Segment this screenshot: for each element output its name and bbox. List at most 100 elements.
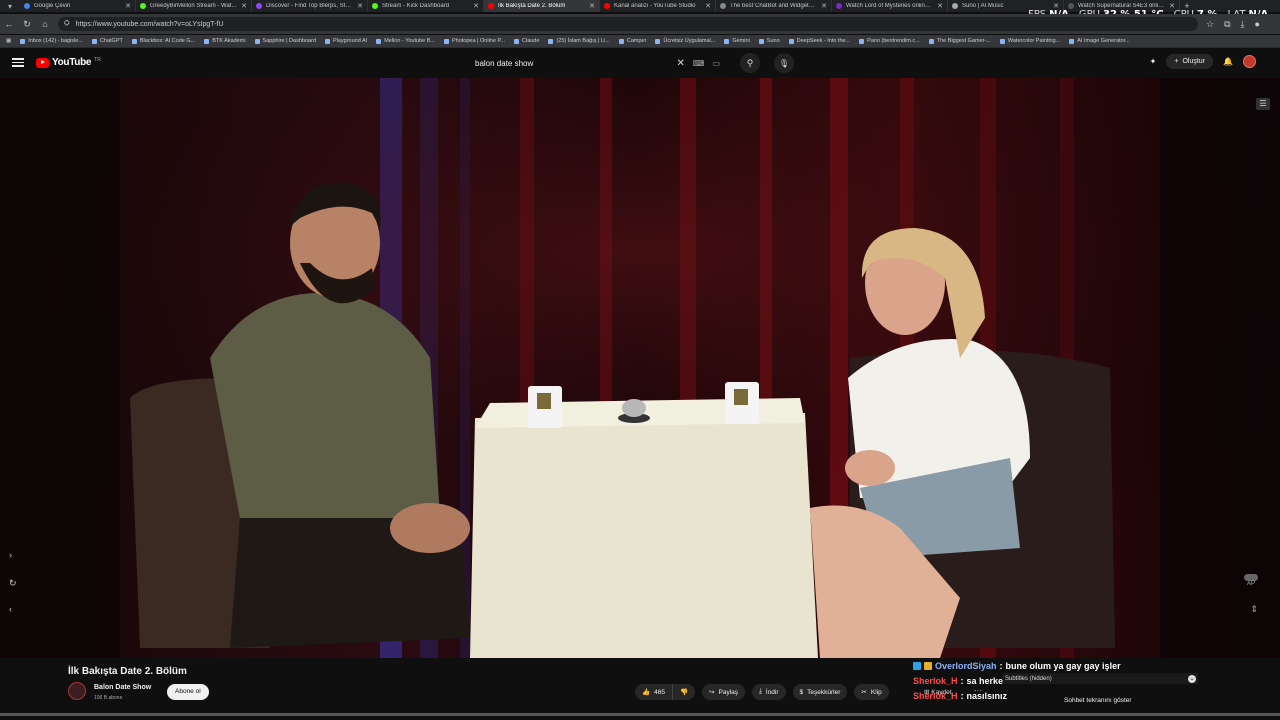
scroll-thumb[interactable] <box>0 713 1280 716</box>
bookmark-item[interactable]: Blackbox: AI Code G... <box>131 38 195 44</box>
bookmark-item[interactable]: Playground AI <box>324 38 367 44</box>
browser-tab[interactable]: Google Çeviri ✕ <box>20 0 136 12</box>
dislike-button[interactable]: 👎 <box>672 684 696 700</box>
tab-list: Google Çeviri ✕ GreedyBirMellon Stream - W… <box>20 0 1180 12</box>
tab-favicon-icon <box>720 3 726 9</box>
youtube-header: YouTube TR balon date show ✕ ⌨ ▭ ⚲ 🎙 ✦ +… <box>0 49 1280 77</box>
chevron-right-icon[interactable]: › <box>9 550 12 560</box>
tab-title: Watch Lord of Mysteries online... <box>846 3 934 9</box>
bookmark-item[interactable]: Suno <box>758 38 780 44</box>
close-icon[interactable]: ✕ <box>125 2 131 10</box>
home-icon[interactable]: ⌂ <box>40 19 50 29</box>
like-button[interactable]: 👍 465 <box>635 684 673 700</box>
bookmark-star-icon[interactable]: ☆ <box>1206 19 1214 30</box>
mic-icon[interactable]: 🎙 <box>774 53 794 73</box>
channel-name[interactable]: Balon Date Show <box>94 684 151 691</box>
subtitles-row: Subtitles (hidden) ⌄ <box>1003 673 1198 684</box>
bookmark-favicon-icon <box>20 38 26 44</box>
bookmark-item[interactable]: The Biggest Gamer-... <box>928 38 991 44</box>
browser-tab[interactable]: Kanal analizi - YouTube Studio ✕ <box>600 0 716 12</box>
page-scroll-track <box>0 713 1280 716</box>
browser-tab[interactable]: Watch Lord of Mysteries online... ✕ <box>832 0 948 12</box>
browser-actions: ☆ ⧉ ⤓ ● <box>1206 19 1260 30</box>
bookmark-item[interactable]: Inbox (142) - bagisle... <box>20 38 83 44</box>
hamburger-icon[interactable] <box>12 56 24 68</box>
browser-tab[interactable]: İlk Bakışta Date 2. Bölüm ✕ <box>484 0 600 12</box>
youtube-logo[interactable]: YouTube TR <box>36 57 101 68</box>
extensions-icon[interactable]: ⧉ <box>1224 19 1230 30</box>
profile-icon[interactable]: ● <box>1255 19 1260 30</box>
keyboard-icon[interactable]: ⌨ <box>693 59 705 68</box>
show-chat-button[interactable]: Sohbet tekranını göster <box>1064 697 1132 704</box>
thumbs-down-icon: 👎 <box>679 689 689 696</box>
chat-message: OverlordSiyah : bune olum ya gay gay işl… <box>913 661 1203 671</box>
download-icon[interactable]: ⤓ <box>1241 19 1245 30</box>
bookmark-item[interactable]: Mellon - Youtube B... <box>376 38 435 44</box>
channel-avatar[interactable] <box>68 682 86 700</box>
bookmark-item[interactable]: Pano (bentrendim.c... <box>859 38 920 44</box>
bookmark-label: Gemini <box>732 38 750 44</box>
thanks-button[interactable]: $ Teşekkürler <box>792 684 848 700</box>
video-player[interactable]: › ↻ ‹ ☰ AP ⇕ <box>0 78 1280 658</box>
bookmark-favicon-icon <box>999 38 1005 44</box>
url-field[interactable]: ⛭ https://www.youtube.com/watch?v=oLYsIp… <box>58 17 1198 31</box>
browser-tab[interactable]: GreedyBirMellon Stream - Wat... ✕ <box>136 0 252 12</box>
reload-icon[interactable]: ↻ <box>22 19 32 30</box>
sort-arrows-icon[interactable]: ⇕ <box>1250 604 1258 615</box>
bookmark-item[interactable]: Watercolor Painting... <box>999 38 1060 44</box>
bookmark-item[interactable]: DeepSeek - Into the... <box>788 38 850 44</box>
bookmark-favicon-icon <box>131 38 137 44</box>
back-icon[interactable]: ← <box>4 19 14 29</box>
apps-icon[interactable]: ▦ <box>6 38 11 44</box>
cast-icon[interactable]: ✦ <box>1150 57 1157 66</box>
bell-icon[interactable]: 🔔 <box>1223 57 1233 66</box>
scissors-icon: ✂ <box>861 689 867 696</box>
tab-favicon-icon <box>604 3 610 9</box>
browser-tab[interactable]: Stream - Kick Dashboard ✕ <box>368 0 484 12</box>
subscribe-button[interactable]: Abone ol <box>167 684 209 700</box>
close-icon[interactable]: ✕ <box>589 2 595 10</box>
like-count: 465 <box>654 688 665 696</box>
url-text: https://www.youtube.com/watch?v=oLYsIpgT… <box>75 20 224 28</box>
thanks-label: Teşekkürler <box>807 688 841 696</box>
chevron-left-icon[interactable]: ‹ <box>9 604 12 614</box>
clip-button[interactable]: ✂ Klip <box>854 684 889 700</box>
tab-favicon-icon <box>256 3 262 9</box>
close-icon[interactable]: ✕ <box>705 2 711 10</box>
clear-search-icon[interactable]: ✕ <box>677 58 685 69</box>
bookmark-item[interactable]: AI Image Generator... <box>1069 38 1130 44</box>
bookmark-item[interactable]: Claude <box>514 38 539 44</box>
bookmark-item[interactable]: Photopea | Online P... <box>443 38 505 44</box>
video-title: İlk Bakışta Date 2. Bölüm <box>68 666 187 677</box>
translate-icon[interactable]: ▭ <box>712 59 720 68</box>
close-icon[interactable]: ✕ <box>473 2 479 10</box>
avatar[interactable] <box>1243 55 1256 68</box>
bookmark-item[interactable]: Ücretsiz Uygulamal... <box>655 38 715 44</box>
close-icon[interactable]: ✕ <box>357 2 363 10</box>
chat-list-icon[interactable]: ☰ <box>1256 98 1270 110</box>
share-button[interactable]: ↪ Paylaş <box>702 684 746 700</box>
browser-tab[interactable]: Discover - Find Top Blerps, Stre... ✕ <box>252 0 368 12</box>
tab-favicon-icon <box>372 3 378 9</box>
bookmark-item[interactable]: Camper <box>618 38 646 44</box>
autoplay-toggle[interactable]: AP <box>1244 574 1258 587</box>
browser-tab[interactable]: The best ChatBot and Widgets ... ✕ <box>716 0 832 12</box>
bookmark-item[interactable]: (25) İslam Bağış | Li... <box>548 38 610 44</box>
chevron-down-icon[interactable]: ⌄ <box>1188 674 1196 683</box>
bookmark-item[interactable]: BTK Akademi <box>204 38 246 44</box>
bookmark-item[interactable]: Sapphire | Dashboard <box>254 38 316 44</box>
sub-badge-icon <box>924 662 932 670</box>
create-button[interactable]: + Oluştur <box>1166 54 1214 69</box>
search-icon[interactable]: ⚲ <box>740 53 760 73</box>
tab-search-icon[interactable]: ▾ <box>0 0 20 12</box>
bookmark-item[interactable]: ChatGPT <box>91 38 123 44</box>
tab-favicon-icon <box>836 3 842 9</box>
search-input[interactable]: balon date show ✕ ⌨ ▭ <box>470 55 720 71</box>
bookmark-item[interactable]: Gemini <box>724 38 750 44</box>
close-icon[interactable]: ✕ <box>937 2 943 10</box>
site-info-icon[interactable]: ⛭ <box>64 20 70 28</box>
close-icon[interactable]: ✕ <box>821 2 827 10</box>
refresh-icon[interactable]: ↻ <box>9 578 17 589</box>
close-icon[interactable]: ✕ <box>241 2 247 10</box>
download-button[interactable]: ⤓ İndir <box>752 684 786 700</box>
